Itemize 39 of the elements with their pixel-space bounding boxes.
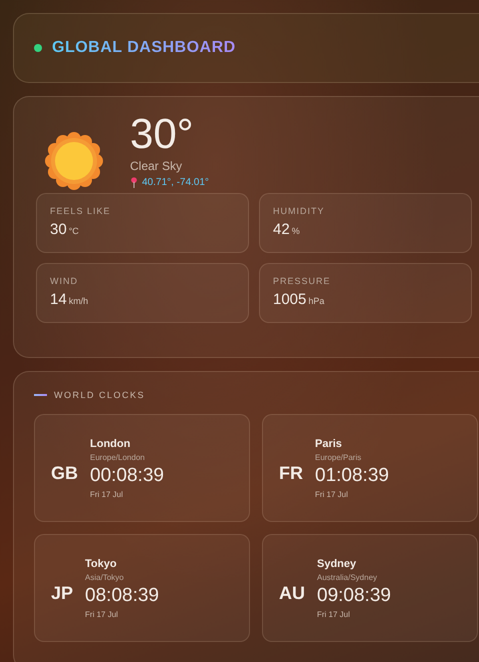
time-zone: Europe/Paris — [315, 452, 362, 462]
country-code: FR — [279, 462, 303, 484]
condition: Clear Sky — [130, 159, 184, 174]
clock-time: 09:08:39 — [317, 584, 391, 606]
clock-time: 00:08:39 — [90, 464, 164, 486]
section-title: WORLD CLOCKS — [54, 390, 146, 400]
clock-date: Fri 17 Jul — [317, 610, 350, 618]
stat-label: PRESSURE — [273, 276, 331, 286]
clock-date: Fri 17 Jul — [90, 490, 123, 498]
stat-label: FEELS LIKE — [50, 206, 111, 216]
coordinates: 40.71°, -74.01° — [142, 177, 209, 188]
stat-label: HUMIDITY — [273, 206, 324, 216]
stat-value: 14 — [50, 291, 67, 308]
stat-unit: % — [292, 226, 300, 236]
clock-date: Fri 17 Jul — [315, 490, 348, 498]
city-name: London — [90, 438, 130, 450]
time-zone: Asia/Tokyo — [85, 572, 124, 582]
city-name: Paris — [315, 438, 342, 450]
stat-value: 30 — [50, 221, 67, 238]
stat-unit: hPa — [308, 296, 324, 306]
country-code: GB — [51, 462, 78, 484]
time-zone: Europe/London — [90, 452, 145, 462]
pin-icon — [130, 177, 138, 188]
time-zone: Australia/Sydney — [317, 572, 378, 582]
sun-icon — [44, 131, 104, 191]
stat-unit: km/h — [68, 296, 88, 306]
clock-time: 08:08:39 — [85, 584, 159, 606]
stat-value: 42 — [273, 221, 290, 238]
temperature: 30° — [130, 111, 195, 158]
stat-label: WIND — [50, 276, 78, 286]
stat-unit: °C — [68, 226, 79, 236]
city-name: Sydney — [317, 558, 356, 570]
country-code: JP — [51, 582, 74, 604]
clock-time: 01:08:39 — [315, 464, 389, 486]
clock-date: Fri 17 Jul — [85, 610, 118, 618]
status-dot-icon — [34, 44, 42, 52]
country-code: AU — [279, 582, 305, 604]
city-name: Tokyo — [85, 558, 117, 570]
stat-value: 1005 — [273, 291, 306, 308]
